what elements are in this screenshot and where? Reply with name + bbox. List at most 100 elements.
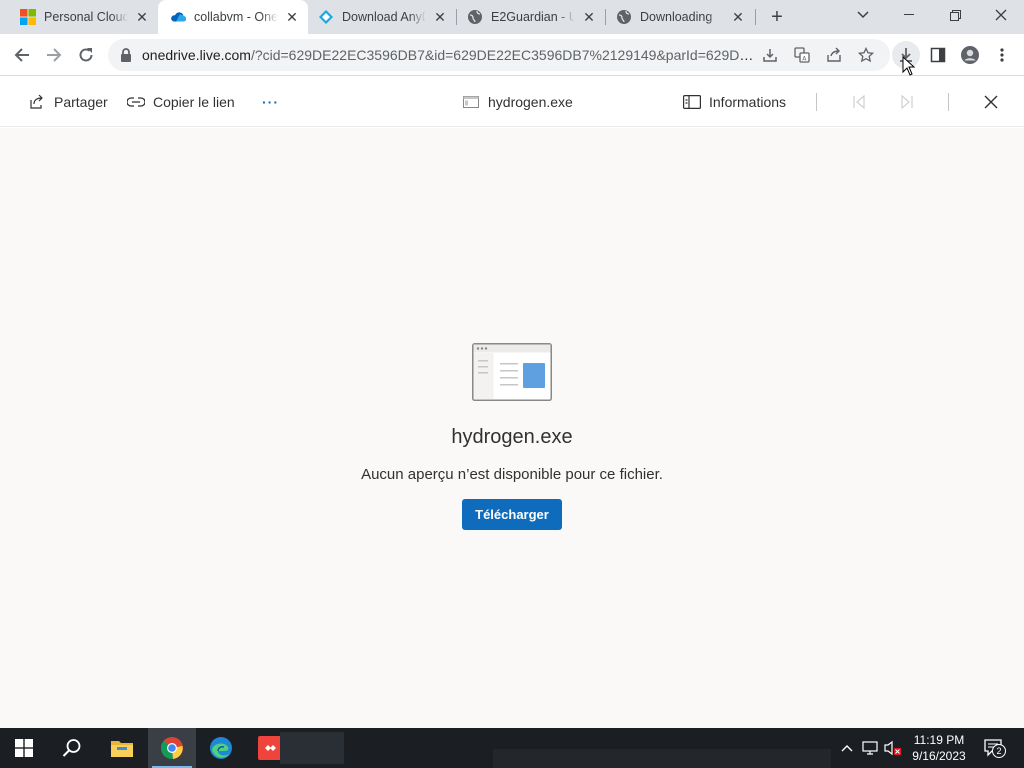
show-hidden-icons-chevron-icon[interactable] (838, 739, 856, 757)
more-options-button[interactable]: ··· (262, 91, 279, 113)
share-icon (28, 93, 46, 111)
onedrive-command-bar: Partager Copier le lien ··· hydrogen.exe… (0, 77, 1024, 127)
restore-button[interactable] (932, 0, 978, 30)
taskbar-file-explorer[interactable] (98, 728, 146, 768)
info-panel-icon (683, 93, 701, 111)
tab-title: Downloading (640, 10, 713, 24)
close-tab-icon[interactable]: ✕ (730, 9, 746, 25)
close-viewer-button[interactable] (982, 91, 1008, 113)
previous-icon (850, 93, 868, 111)
browser-menu-button[interactable] (988, 41, 1016, 69)
reload-icon (79, 48, 93, 62)
install-app-icon[interactable] (760, 45, 780, 65)
clock-time: 11:19 PM (913, 733, 965, 747)
tab-search-icon[interactable] (840, 0, 886, 30)
tab-title: Download AnyDe (342, 10, 426, 24)
file-preview-area: hydrogen.exe Aucun aperçu n’est disponib… (0, 128, 1024, 728)
profile-avatar-icon (961, 46, 979, 64)
close-tab-icon[interactable]: ✕ (581, 9, 597, 25)
translate-icon[interactable]: A (792, 45, 812, 65)
forward-arrow-icon (47, 48, 62, 62)
link-icon (127, 93, 145, 111)
lock-icon[interactable] (118, 47, 134, 63)
tab-collabvm-onedrive[interactable]: collabvm - OneD ✕ (158, 0, 308, 34)
close-tab-icon[interactable]: ✕ (284, 9, 300, 25)
forward-button[interactable] (40, 41, 68, 69)
taskbar-chrome[interactable] (148, 728, 196, 768)
share-button[interactable]: Partager (28, 91, 108, 113)
share-icon[interactable] (824, 45, 844, 65)
file-name-title: hydrogen.exe (488, 94, 573, 110)
tab-personal-cloud[interactable]: Personal Cloud S ✕ (0, 0, 158, 34)
minimize-button[interactable] (886, 0, 932, 30)
system-clock[interactable]: 11:19 PM 9/16/2023 (903, 732, 975, 764)
file-name-header: hydrogen.exe (462, 91, 573, 113)
tab-title: Personal Cloud S (44, 10, 128, 24)
tab-title: collabvm - OneD (194, 10, 278, 24)
url-host: onedrive.live.com (142, 47, 251, 63)
tab-title: E2Guardian - Un (491, 10, 575, 24)
chrome-icon (161, 737, 183, 760)
next-file-button[interactable] (898, 91, 924, 113)
browser-toolbar: onedrive.live.com/?cid=629DE22EC3596DB7&… (0, 34, 1024, 76)
kebab-menu-icon (1000, 48, 1004, 62)
windows-logo-icon (15, 739, 33, 757)
close-icon (982, 93, 1000, 111)
close-tab-icon[interactable]: ✕ (134, 9, 150, 25)
globe-icon (467, 9, 483, 25)
side-panel-button[interactable] (924, 41, 952, 69)
information-button[interactable]: Informations (683, 91, 786, 113)
edge-icon (210, 737, 232, 759)
clock-date: 9/16/2023 (912, 749, 966, 763)
back-button[interactable] (8, 41, 36, 69)
back-arrow-icon (14, 48, 29, 62)
copy-link-button[interactable]: Copier le lien (127, 91, 235, 113)
url-path: /?cid=629DE22EC3596DB7&id=629DE22EC3596D… (250, 47, 754, 63)
tab-e2guardian[interactable]: E2Guardian - Un ✕ (457, 0, 605, 34)
tab-separator (755, 9, 756, 25)
search-button[interactable] (48, 728, 96, 768)
browser-tab-strip: Personal Cloud S ✕ collabvm - OneD ✕ Dow… (0, 0, 1024, 34)
taskbar-anydesk-label-area[interactable] (280, 732, 344, 764)
profile-button[interactable] (956, 41, 984, 69)
folder-icon (111, 741, 133, 757)
notification-center-button[interactable]: 2 (983, 739, 1006, 758)
next-icon (898, 93, 916, 111)
search-icon (62, 739, 81, 757)
tab-downloading[interactable]: Downloading ✕ (606, 0, 754, 34)
close-tab-icon[interactable]: ✕ (432, 9, 448, 25)
mouse-cursor-icon (902, 56, 916, 76)
anydesk-icon (318, 9, 334, 25)
previous-file-button[interactable] (850, 91, 876, 113)
network-icon[interactable] (861, 739, 879, 757)
onedrive-cloud-icon (170, 9, 186, 25)
notification-count-badge: 2 (992, 744, 1006, 758)
divider (948, 93, 949, 111)
side-panel-icon (930, 47, 946, 63)
no-preview-message: Aucun aperçu n’est disponible pour ce fi… (361, 466, 663, 483)
taskbar-edge[interactable] (197, 728, 245, 768)
address-bar[interactable]: onedrive.live.com/?cid=629DE22EC3596DB7&… (108, 39, 890, 71)
volume-muted-icon[interactable] (884, 739, 902, 757)
globe-icon (616, 9, 632, 25)
download-button[interactable]: Télécharger (462, 499, 562, 530)
file-generic-icon (462, 93, 480, 111)
url-text[interactable]: onedrive.live.com/?cid=629DE22EC3596DB7&… (142, 47, 754, 63)
ellipsis-icon: ··· (262, 94, 279, 110)
taskbar-empty-area (493, 749, 831, 768)
share-label: Partager (54, 94, 108, 110)
bookmark-star-icon[interactable] (856, 45, 876, 65)
tab-download-anydesk[interactable]: Download AnyDe ✕ (308, 0, 456, 34)
start-button[interactable] (0, 728, 48, 768)
divider (816, 93, 817, 111)
copy-link-label: Copier le lien (153, 94, 235, 110)
information-label: Informations (709, 94, 787, 110)
windows-taskbar: 11:19 PM 9/16/2023 2 (0, 728, 1024, 768)
anydesk-icon (258, 736, 282, 760)
preview-file-name: hydrogen.exe (451, 426, 573, 448)
reload-button[interactable] (72, 41, 100, 69)
no-preview-file-icon (472, 343, 552, 401)
new-tab-button[interactable]: + (766, 6, 788, 28)
close-window-button[interactable] (978, 0, 1024, 30)
microsoft-logo-icon (20, 9, 36, 25)
